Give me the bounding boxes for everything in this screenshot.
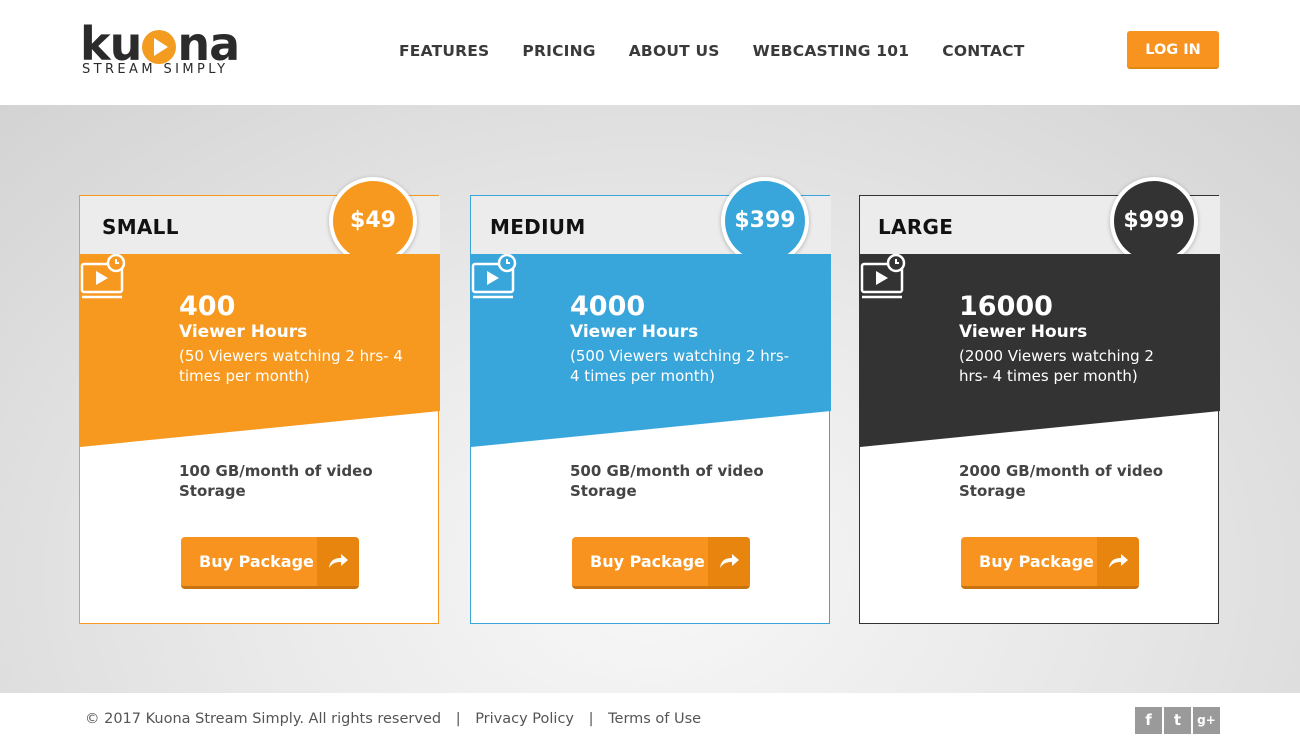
viewer-hours-icon (860, 254, 906, 299)
site-footer: © 2017 Kuona Stream Simply. All rights r… (0, 693, 1300, 753)
viewer-hours: 400 Viewer Hours (50 Viewers watching 2 … (179, 292, 404, 386)
plan-card-medium: MEDIUM $399 4000 Viewer Hours (500 Viewe… (470, 177, 831, 637)
kuona-logo[interactable]: ku na STREAM SIMPLY (80, 18, 262, 78)
viewer-hours-count: 16000 (959, 291, 1053, 322)
viewer-hours-detail: (500 Viewers watching 2 hrs- 4 times per… (570, 347, 790, 385)
viewer-hours-count: 4000 (570, 291, 646, 322)
twitter-icon[interactable]: t (1164, 707, 1191, 734)
social-links: f t g+ (1135, 707, 1220, 734)
google-plus-icon[interactable]: g+ (1193, 707, 1220, 734)
viewer-hours-icon (471, 254, 517, 299)
nav-webcasting-101[interactable]: WEBCASTING 101 (753, 42, 910, 60)
pricing-section: SMALL $49 400 Viewer Hours (50 Viewers w… (0, 105, 1300, 693)
copyright-text: © 2017 Kuona Stream Simply. All rights r… (85, 711, 442, 727)
plan-highlight-band: 16000 Viewer Hours (2000 Viewers watchin… (860, 254, 1220, 447)
viewer-hours: 16000 Viewer Hours (2000 Viewers watchin… (959, 292, 1159, 386)
privacy-policy-link[interactable]: Privacy Policy (475, 711, 574, 727)
buy-package-button[interactable]: Buy Package (961, 537, 1139, 589)
share-arrow-icon (1097, 537, 1139, 586)
plan-price-badge: $999 (1110, 177, 1198, 265)
viewer-hours-unit: Viewer Hours (179, 322, 308, 342)
facebook-icon[interactable]: f (1135, 707, 1162, 734)
footer-separator: | (455, 711, 461, 727)
buy-package-label: Buy Package (199, 552, 314, 571)
plan-highlight-band: 400 Viewer Hours (50 Viewers watching 2 … (80, 254, 440, 447)
plan-name: MEDIUM (490, 215, 586, 239)
plan-name: LARGE (878, 215, 954, 239)
plan-price-badge: $399 (721, 177, 809, 265)
plan-price-badge: $49 (329, 177, 417, 265)
buy-package-button[interactable]: Buy Package (181, 537, 359, 589)
storage-info: 100 GB/month of video Storage (179, 462, 373, 500)
viewer-hours-detail: (2000 Viewers watching 2 hrs- 4 times pe… (959, 347, 1154, 385)
share-arrow-icon (708, 537, 750, 586)
viewer-hours-unit: Viewer Hours (959, 322, 1088, 342)
storage-info: 500 GB/month of video Storage (570, 462, 764, 500)
viewer-hours-unit: Viewer Hours (570, 322, 699, 342)
viewer-hours-count: 400 (179, 291, 236, 322)
buy-package-label: Buy Package (590, 552, 705, 571)
viewer-hours-detail: (50 Viewers watching 2 hrs- 4 times per … (179, 347, 403, 385)
nav-pricing[interactable]: PRICING (522, 42, 595, 60)
viewer-hours-icon (80, 254, 126, 299)
plan-highlight-band: 4000 Viewer Hours (500 Viewers watching … (471, 254, 831, 447)
buy-package-button[interactable]: Buy Package (572, 537, 750, 589)
main-nav: FEATURES PRICING ABOUT US WEBCASTING 101… (399, 42, 1058, 60)
plan-name: SMALL (102, 215, 179, 239)
nav-about-us[interactable]: ABOUT US (629, 42, 720, 60)
footer-links: © 2017 Kuona Stream Simply. All rights r… (85, 711, 701, 727)
login-button[interactable]: LOG IN (1127, 31, 1219, 69)
buy-package-label: Buy Package (979, 552, 1094, 571)
storage-info: 2000 GB/month of video Storage (959, 462, 1164, 500)
play-icon (142, 30, 177, 64)
viewer-hours: 4000 Viewer Hours (500 Viewers watching … (570, 292, 795, 386)
nav-contact[interactable]: CONTACT (942, 42, 1024, 60)
footer-separator: | (588, 711, 594, 727)
plan-card-small: SMALL $49 400 Viewer Hours (50 Viewers w… (79, 177, 440, 637)
site-header: ku na STREAM SIMPLY FEATURES PRICING ABOU… (0, 0, 1300, 105)
share-arrow-icon (317, 537, 359, 586)
plan-card-large: LARGE $999 16000 Viewer Hours (2000 View… (859, 177, 1220, 637)
terms-of-use-link[interactable]: Terms of Use (608, 711, 701, 727)
logo-tagline: STREAM SIMPLY (82, 62, 229, 77)
nav-features[interactable]: FEATURES (399, 42, 489, 60)
